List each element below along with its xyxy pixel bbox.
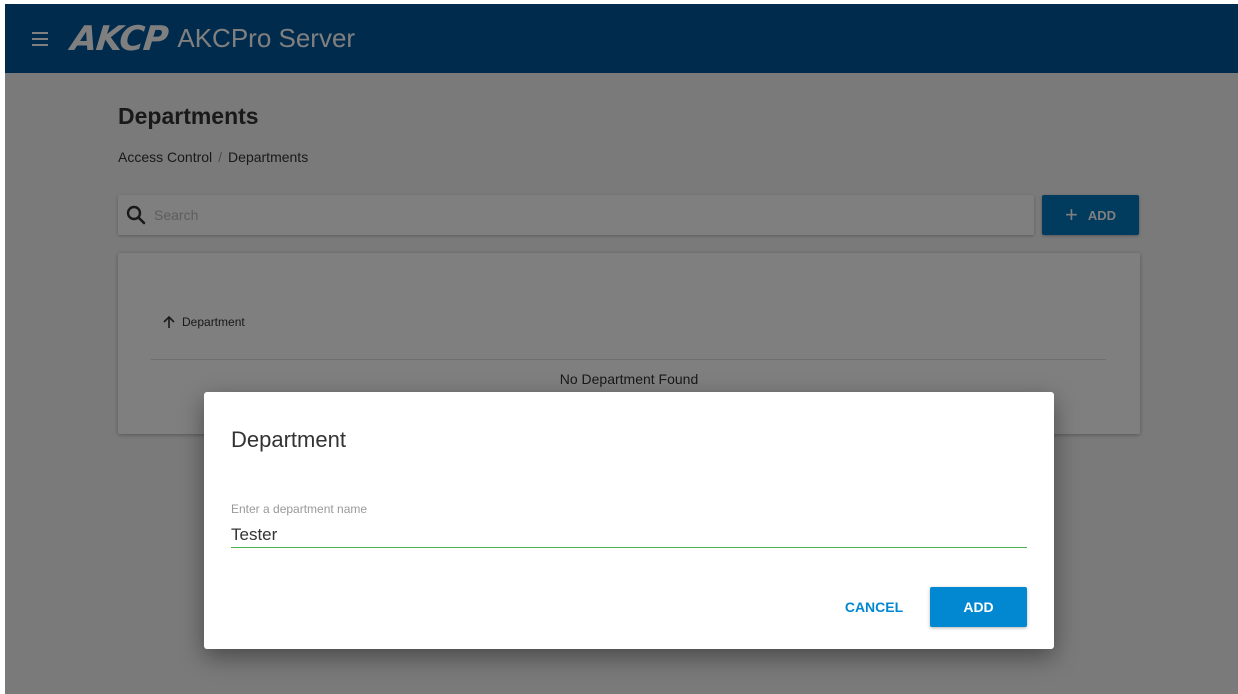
- department-name-label: Enter a department name: [231, 502, 368, 516]
- cancel-button[interactable]: CANCEL: [834, 588, 914, 626]
- department-dialog: Department Enter a department name CANCE…: [204, 392, 1054, 649]
- department-name-input[interactable]: [231, 522, 1027, 548]
- app-frame: AKCP AKCPro Server Departments Access Co…: [5, 4, 1238, 694]
- dialog-add-button[interactable]: ADD: [930, 587, 1027, 627]
- dialog-title: Department: [231, 427, 346, 452]
